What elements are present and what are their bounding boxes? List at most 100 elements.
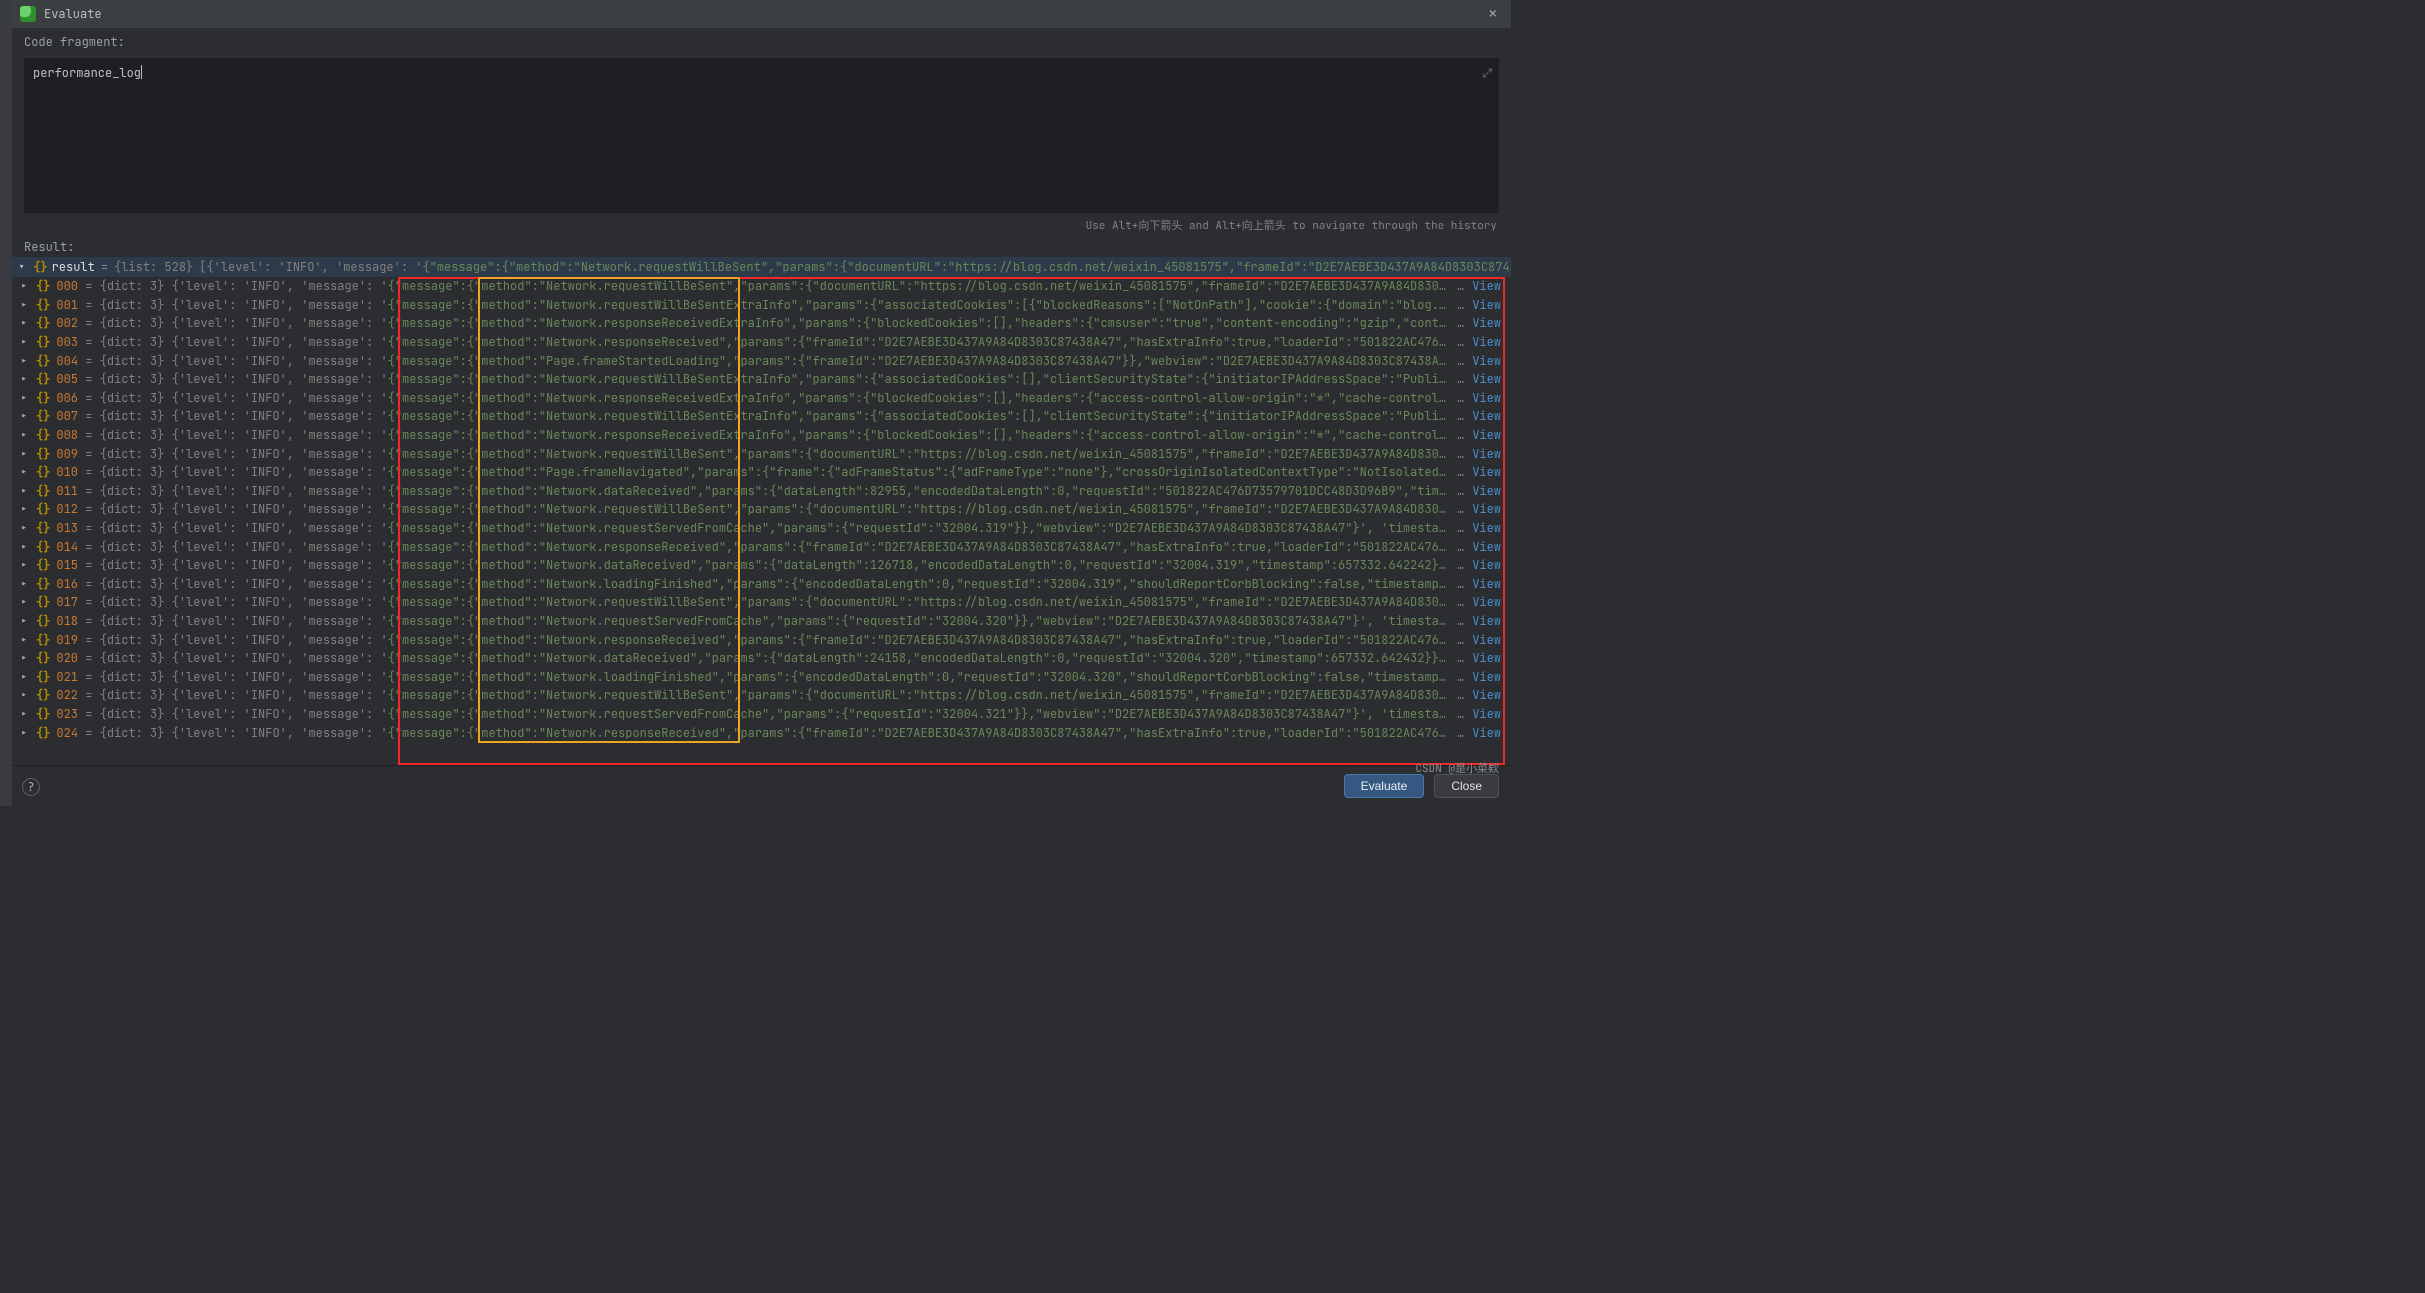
- chevron-right-icon[interactable]: ▸: [18, 315, 30, 331]
- result-var: result: [52, 259, 95, 275]
- braces-icon: {}: [36, 427, 50, 443]
- view-link[interactable]: View: [1472, 725, 1505, 741]
- table-row[interactable]: ▸{}019 = {dict: 3} {'level': 'INFO', 'me…: [12, 630, 1511, 649]
- chevron-right-icon[interactable]: ▸: [18, 576, 30, 592]
- view-link[interactable]: View: [1472, 613, 1505, 629]
- view-link[interactable]: View: [1472, 557, 1505, 573]
- table-row[interactable]: ▸{}021 = {dict: 3} {'level': 'INFO', 'me…: [12, 667, 1511, 686]
- close-icon[interactable]: ✕: [1483, 3, 1503, 25]
- result-header-row[interactable]: ▾ {} result = {list: 528} [{'level': 'IN…: [12, 257, 1511, 277]
- ellipsis: …: [1453, 613, 1464, 629]
- chevron-right-icon[interactable]: ▸: [18, 557, 30, 573]
- table-row[interactable]: ▸{}014 = {dict: 3} {'level': 'INFO', 'me…: [12, 537, 1511, 556]
- table-row[interactable]: ▸{}010 = {dict: 3} {'level': 'INFO', 'me…: [12, 463, 1511, 482]
- chevron-right-icon[interactable]: ▸: [18, 594, 30, 610]
- table-row[interactable]: ▸{}002 = {dict: 3} {'level': 'INFO', 'me…: [12, 314, 1511, 333]
- table-row[interactable]: ▸{}018 = {dict: 3} {'level': 'INFO', 'me…: [12, 612, 1511, 631]
- chevron-right-icon[interactable]: ▸: [18, 539, 30, 555]
- view-link[interactable]: View: [1472, 632, 1505, 648]
- result-type: {list: 528}: [114, 259, 193, 275]
- table-row[interactable]: ▸{}022 = {dict: 3} {'level': 'INFO', 'me…: [12, 686, 1511, 705]
- table-row[interactable]: ▸{}016 = {dict: 3} {'level': 'INFO', 'me…: [12, 575, 1511, 594]
- chevron-right-icon[interactable]: ▸: [18, 353, 30, 369]
- view-link[interactable]: View: [1472, 427, 1505, 443]
- ellipsis: …: [1453, 464, 1464, 480]
- table-row[interactable]: ▸{}003 = {dict: 3} {'level': 'INFO', 'me…: [12, 333, 1511, 352]
- view-link[interactable]: View: [1472, 520, 1505, 536]
- view-link[interactable]: View: [1472, 408, 1505, 424]
- row-tail: "params":{"blockedCookies":[],"headers":…: [798, 427, 1453, 443]
- chevron-right-icon[interactable]: ▸: [18, 371, 30, 387]
- view-link[interactable]: View: [1472, 650, 1505, 666]
- chevron-right-icon[interactable]: ▸: [18, 464, 30, 480]
- view-link[interactable]: View: [1472, 315, 1505, 331]
- row-tail: {"dataLength":24158,"encodedDataLength":…: [769, 650, 1453, 666]
- chevron-right-icon[interactable]: ▸: [18, 687, 30, 703]
- chevron-right-icon[interactable]: ▸: [18, 427, 30, 443]
- chevron-right-icon[interactable]: ▸: [18, 446, 30, 462]
- chevron-right-icon[interactable]: ▸: [18, 669, 30, 685]
- braces-icon: {}: [36, 353, 50, 369]
- view-link[interactable]: View: [1472, 576, 1505, 592]
- view-link[interactable]: View: [1472, 539, 1505, 555]
- row-tail: "params":{"associatedCookies":[],"client…: [805, 408, 1453, 424]
- table-row[interactable]: ▸{}012 = {dict: 3} {'level': 'INFO', 'me…: [12, 500, 1511, 519]
- ellipsis: …: [1453, 706, 1464, 722]
- row-index: 005: [56, 371, 78, 387]
- view-link[interactable]: View: [1472, 594, 1505, 610]
- chevron-right-icon[interactable]: ▸: [18, 297, 30, 313]
- table-row[interactable]: ▸{}011 = {dict: 3} {'level': 'INFO', 'me…: [12, 482, 1511, 501]
- table-row[interactable]: ▸{}020 = {dict: 3} {'level': 'INFO', 'me…: [12, 649, 1511, 668]
- chevron-right-icon[interactable]: ▸: [18, 278, 30, 294]
- chevron-right-icon[interactable]: ▸: [18, 613, 30, 629]
- row-method: "method":"Network.responseReceived",: [474, 632, 733, 648]
- view-link[interactable]: View: [1472, 446, 1505, 462]
- chevron-right-icon[interactable]: ▸: [18, 632, 30, 648]
- row-index: 021: [56, 669, 78, 685]
- chevron-right-icon[interactable]: ▸: [18, 501, 30, 517]
- view-link[interactable]: View: [1472, 687, 1505, 703]
- table-row[interactable]: ▸{}008 = {dict: 3} {'level': 'INFO', 'me…: [12, 426, 1511, 445]
- table-row[interactable]: ▸{}006 = {dict: 3} {'level': 'INFO', 'me…: [12, 389, 1511, 408]
- history-hint: Use Alt+向下箭头 and Alt+向上箭头 to navigate th…: [12, 213, 1511, 235]
- view-link[interactable]: View: [1472, 501, 1505, 517]
- close-button[interactable]: Close: [1434, 774, 1499, 798]
- chevron-right-icon[interactable]: ▸: [18, 390, 30, 406]
- chevron-right-icon[interactable]: ▸: [18, 706, 30, 722]
- table-row[interactable]: ▸{}000 = {dict: 3} {'level': 'INFO', 'me…: [12, 277, 1511, 296]
- view-link[interactable]: View: [1472, 297, 1505, 313]
- table-row[interactable]: ▸{}015 = {dict: 3} {'level': 'INFO', 'me…: [12, 556, 1511, 575]
- chevron-right-icon[interactable]: ▸: [18, 408, 30, 424]
- view-link[interactable]: View: [1472, 353, 1505, 369]
- chevron-right-icon[interactable]: ▸: [18, 520, 30, 536]
- chevron-right-icon[interactable]: ▸: [18, 725, 30, 741]
- view-link[interactable]: View: [1472, 483, 1505, 499]
- table-row[interactable]: ▸{}004 = {dict: 3} {'level': 'INFO', 'me…: [12, 351, 1511, 370]
- view-link[interactable]: View: [1472, 706, 1505, 722]
- row-tail: "params":{"associatedCookies":[{"blocked…: [805, 297, 1453, 313]
- table-row[interactable]: ▸{}009 = {dict: 3} {'level': 'INFO', 'me…: [12, 444, 1511, 463]
- chevron-right-icon[interactable]: ▸: [18, 650, 30, 666]
- view-link[interactable]: View: [1472, 334, 1505, 350]
- row-method: "method":"Network.requestWillBeSent",: [474, 446, 740, 462]
- view-link[interactable]: View: [1472, 669, 1505, 685]
- table-row[interactable]: ▸{}007 = {dict: 3} {'level': 'INFO', 'me…: [12, 407, 1511, 426]
- table-row[interactable]: ▸{}023 = {dict: 3} {'level': 'INFO', 'me…: [12, 705, 1511, 724]
- table-row[interactable]: ▸{}017 = {dict: 3} {'level': 'INFO', 'me…: [12, 593, 1511, 612]
- chevron-right-icon[interactable]: ▸: [18, 334, 30, 350]
- ellipsis: …: [1453, 632, 1464, 648]
- help-icon[interactable]: ?: [22, 778, 40, 796]
- table-row[interactable]: ▸{}005 = {dict: 3} {'level': 'INFO', 'me…: [12, 370, 1511, 389]
- code-fragment-input[interactable]: performance_log ⤢: [24, 58, 1499, 213]
- view-link[interactable]: View: [1472, 464, 1505, 480]
- table-row[interactable]: ▸{}001 = {dict: 3} {'level': 'INFO', 'me…: [12, 296, 1511, 315]
- view-link[interactable]: View: [1472, 371, 1505, 387]
- table-row[interactable]: ▸{}013 = {dict: 3} {'level': 'INFO', 'me…: [12, 519, 1511, 538]
- view-link[interactable]: View: [1472, 390, 1505, 406]
- evaluate-button[interactable]: Evaluate: [1344, 774, 1425, 798]
- table-row[interactable]: ▸{}024 = {dict: 3} {'level': 'INFO', 'me…: [12, 723, 1511, 742]
- view-link[interactable]: View: [1472, 278, 1505, 294]
- expand-icon[interactable]: ⤢: [1482, 65, 1492, 81]
- chevron-down-icon[interactable]: ▾: [18, 259, 25, 275]
- chevron-right-icon[interactable]: ▸: [18, 483, 30, 499]
